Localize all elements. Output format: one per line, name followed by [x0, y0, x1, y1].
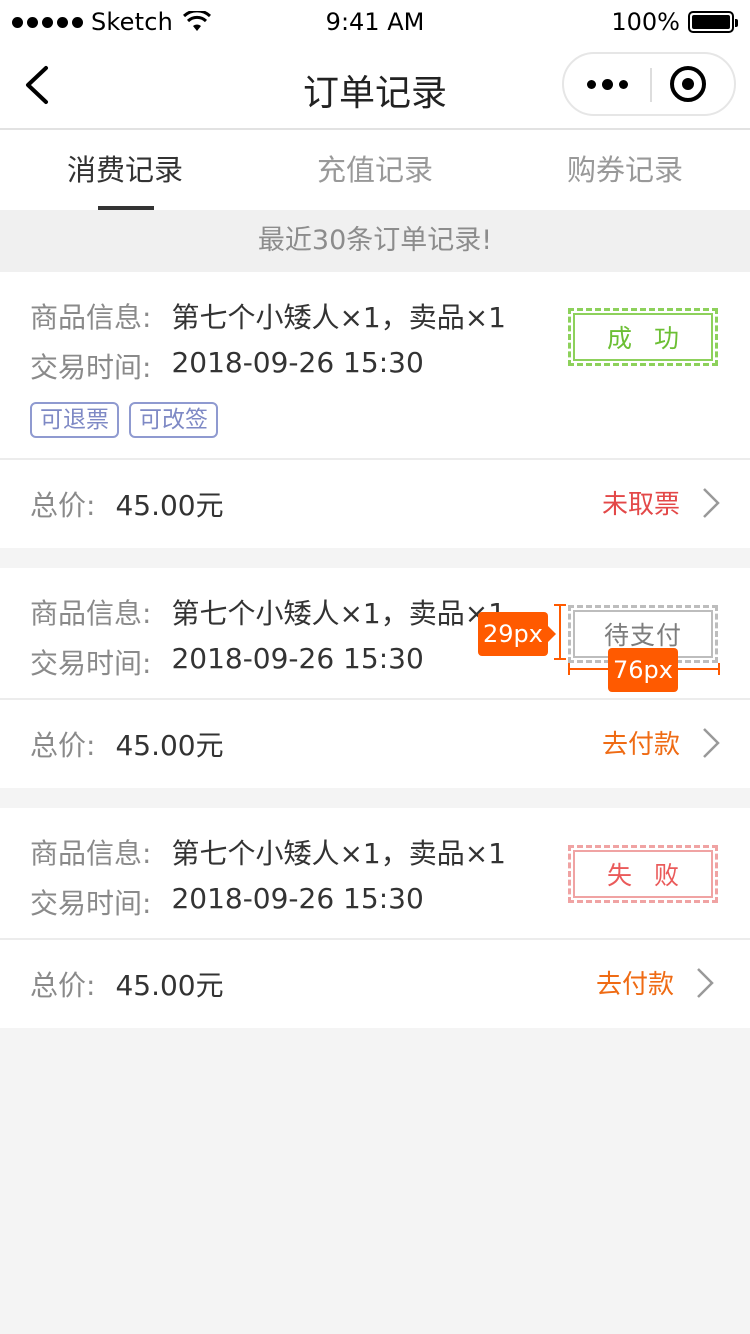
- time-row: 交易时间: 2018-09-26 15:30: [30, 642, 424, 682]
- time-row: 交易时间: 2018-09-26 15:30: [30, 346, 424, 386]
- pay-action[interactable]: 去付款: [596, 964, 714, 1001]
- order-info: 商品信息: 第七个小矮人×1，卖品×1 交易时间: 2018-09-26 15:…: [0, 808, 750, 940]
- refundable-tag: 可退票: [30, 402, 119, 438]
- time-label: 交易时间:: [30, 351, 152, 384]
- chevron-right-icon: [697, 967, 714, 998]
- chevron-right-icon: [703, 727, 720, 758]
- width-annotation-label: 76px: [608, 648, 678, 692]
- pay-action[interactable]: 去付款: [602, 724, 720, 761]
- total-value: 45.00元: [115, 489, 224, 522]
- chevron-right-icon: [703, 487, 720, 518]
- total-label: 总价:: [30, 489, 96, 522]
- record-tabs: 消费记录 充值记录 购券记录: [0, 130, 750, 210]
- recent-orders-notice: 最近30条订单记录!: [0, 210, 750, 272]
- width-measure-cap-left: [568, 663, 570, 675]
- battery-icon: [688, 11, 738, 33]
- status-bar: Sketch 9:41 AM 100%: [0, 0, 750, 44]
- height-annotation-label: 29px: [478, 612, 548, 656]
- ticket-tags: 可退票 可改签: [30, 402, 218, 438]
- product-row: 商品信息: 第七个小矮人×1，卖品×1: [30, 592, 506, 632]
- more-icon[interactable]: [564, 54, 650, 114]
- tab-voucher[interactable]: 购券记录: [500, 130, 750, 210]
- time-label: 交易时间:: [30, 647, 152, 680]
- time-value: 2018-09-26 15:30: [171, 346, 424, 379]
- tab-recharge[interactable]: 充值记录: [250, 130, 500, 210]
- height-annotation-arrow: [548, 626, 556, 642]
- tab-consumption[interactable]: 消费记录: [0, 130, 250, 210]
- total-label: 总价:: [30, 969, 96, 1002]
- total-value: 45.00元: [115, 729, 224, 762]
- product-row: 商品信息: 第七个小矮人×1，卖品×1: [30, 296, 506, 336]
- width-measure-cap-right: [718, 663, 720, 675]
- height-measure-line: [559, 604, 561, 660]
- total-price: 总价: 45.00元: [30, 724, 224, 764]
- action-label: 未取票: [601, 490, 680, 520]
- action-label: 去付款: [595, 970, 674, 1000]
- action-label: 去付款: [601, 730, 680, 760]
- battery-percentage: 100%: [611, 8, 680, 36]
- status-stamp-failed: 失败: [568, 845, 718, 903]
- order-footer[interactable]: 总价: 45.00元 未取票: [0, 460, 750, 548]
- time-row: 交易时间: 2018-09-26 15:30: [30, 882, 424, 922]
- product-label: 商品信息:: [30, 837, 152, 870]
- time-value: 2018-09-26 15:30: [171, 642, 424, 675]
- time-value: 2018-09-26 15:30: [171, 882, 424, 915]
- order-card: 商品信息: 第七个小矮人×1，卖品×1 交易时间: 2018-09-26 15:…: [0, 808, 750, 1028]
- close-target-icon[interactable]: [670, 66, 706, 102]
- product-value: 第七个小矮人×1，卖品×1: [171, 837, 506, 870]
- capsule-divider: [650, 68, 652, 102]
- status-right: 100%: [611, 8, 738, 36]
- total-value: 45.00元: [115, 969, 224, 1002]
- order-info: 商品信息: 第七个小矮人×1，卖品×1 交易时间: 2018-09-26 15:…: [0, 272, 750, 460]
- status-stamp-success: 成功: [568, 308, 718, 366]
- product-label: 商品信息:: [30, 301, 152, 334]
- navigation-bar: 订单记录: [0, 44, 750, 130]
- uncollected-ticket-action[interactable]: 未取票: [602, 484, 720, 521]
- total-price: 总价: 45.00元: [30, 964, 224, 1004]
- product-label: 商品信息:: [30, 597, 152, 630]
- total-price: 总价: 45.00元: [30, 484, 224, 524]
- height-measure-cap-bottom: [554, 658, 566, 660]
- product-value: 第七个小矮人×1，卖品×1: [171, 597, 506, 630]
- time-label: 交易时间:: [30, 887, 152, 920]
- product-row: 商品信息: 第七个小矮人×1，卖品×1: [30, 832, 506, 872]
- product-value: 第七个小矮人×1，卖品×1: [171, 301, 506, 334]
- total-label: 总价:: [30, 729, 96, 762]
- order-footer[interactable]: 总价: 45.00元 去付款: [0, 940, 750, 1028]
- order-footer[interactable]: 总价: 45.00元 去付款: [0, 700, 750, 788]
- mini-program-capsule: [562, 52, 736, 116]
- height-measure-cap-top: [554, 604, 566, 606]
- changeable-tag: 可改签: [129, 402, 218, 438]
- order-card: 商品信息: 第七个小矮人×1，卖品×1 交易时间: 2018-09-26 15:…: [0, 272, 750, 548]
